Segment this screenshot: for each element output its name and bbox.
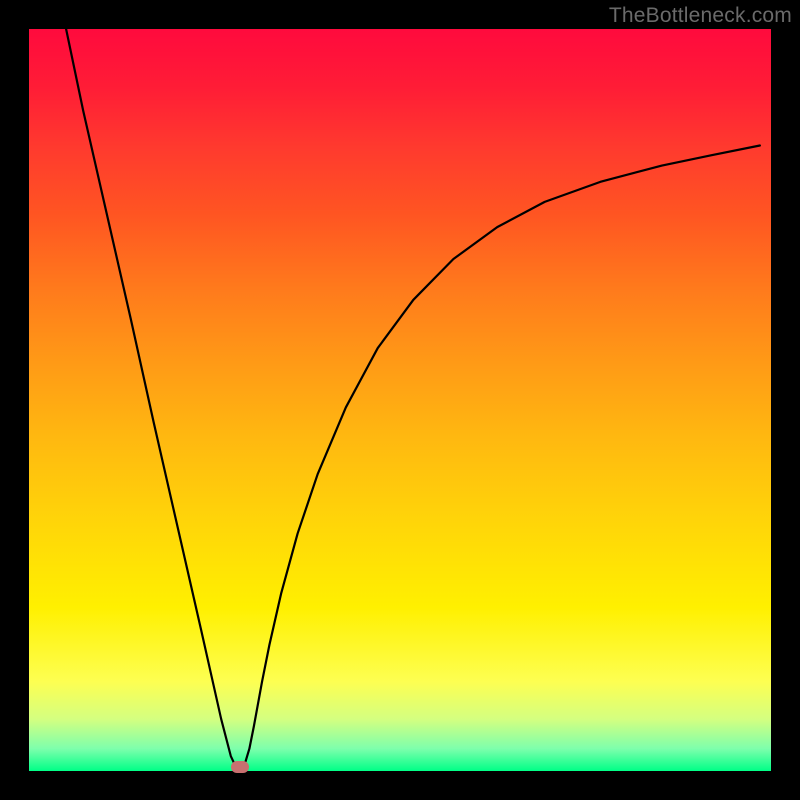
optimum-marker (231, 761, 249, 773)
chart-frame: TheBottleneck.com (0, 0, 800, 800)
bottleneck-curve (66, 29, 760, 771)
watermark-text: TheBottleneck.com (609, 4, 792, 28)
plot-area (29, 29, 771, 771)
curve-layer (29, 29, 771, 771)
